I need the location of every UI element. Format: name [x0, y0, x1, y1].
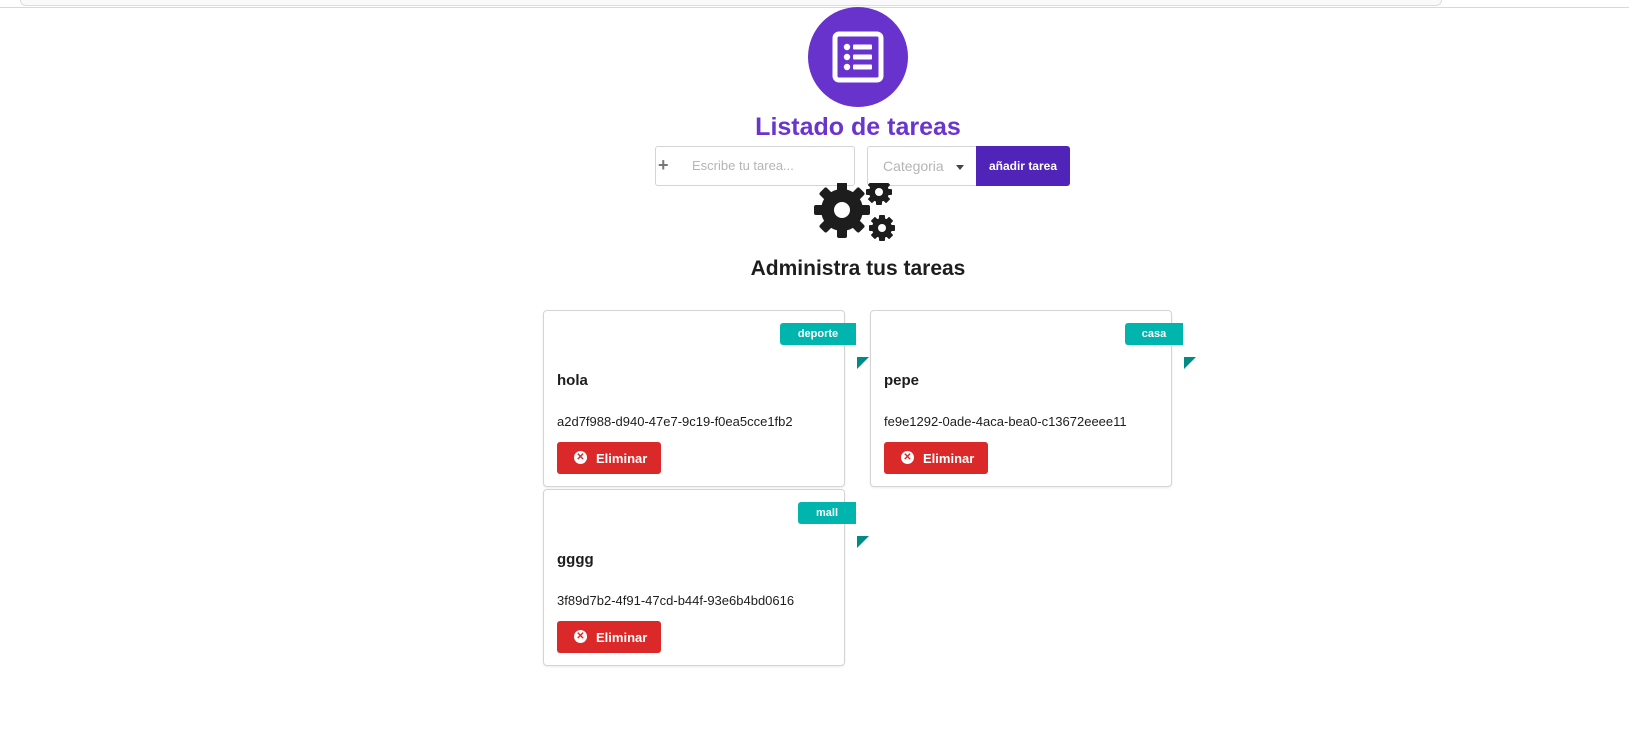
close-circle-icon: ✕	[901, 451, 914, 464]
add-task-button[interactable]: añadir tarea	[976, 146, 1070, 186]
category-label: casa	[1141, 328, 1167, 340]
browser-tab-strip	[20, 0, 1442, 6]
task-id: a2d7f988-d940-47e7-9c19-f0ea5cce1fb2	[557, 414, 793, 429]
category-ribbon: mall	[798, 502, 869, 548]
delete-label: Eliminar	[923, 451, 975, 466]
ribbon-fold	[857, 536, 869, 548]
section-title: Administra tus tareas	[750, 257, 966, 280]
category-dropdown[interactable]: Categoria	[867, 146, 977, 186]
category-ribbon: casa	[1125, 323, 1196, 369]
task-card: deporte hola a2d7f988-d940-47e7-9c19-f0e…	[543, 310, 869, 487]
task-title: gggg	[557, 551, 594, 568]
delete-button[interactable]: ✕ Eliminar	[557, 621, 661, 653]
task-id: fe9e1292-0ade-4aca-bea0-c13672eeee11	[884, 414, 1127, 429]
task-title: pepe	[884, 372, 920, 389]
gears-icon	[814, 183, 895, 241]
task-card: casa pepe fe9e1292-0ade-4aca-bea0-c13672…	[870, 310, 1196, 487]
task-card: mall gggg 3f89d7b2-4f91-47cd-b44f-93e6b4…	[543, 489, 869, 666]
close-circle-icon: ✕	[574, 630, 587, 643]
delete-button[interactable]: ✕ Eliminar	[557, 442, 661, 474]
delete-label: Eliminar	[596, 630, 648, 645]
task-input-wrapper: +	[655, 146, 855, 186]
category-ribbon: deporte	[780, 323, 869, 369]
list-icon	[832, 31, 884, 83]
task-id: 3f89d7b2-4f91-47cd-b44f-93e6b4bd0616	[557, 593, 795, 608]
page-title: Listado de tareas	[755, 113, 961, 141]
ribbon-fold	[857, 357, 869, 369]
category-placeholder: Categoria	[883, 158, 944, 174]
plus-icon: +	[658, 155, 669, 175]
category-label: deporte	[797, 328, 839, 340]
category-label: mall	[815, 507, 838, 519]
task-title: hola	[557, 372, 588, 389]
ribbon-fold	[1184, 357, 1196, 369]
browser-top-bar	[0, 0, 1629, 8]
delete-label: Eliminar	[596, 451, 648, 466]
delete-button[interactable]: ✕ Eliminar	[884, 442, 988, 474]
close-circle-icon: ✕	[574, 451, 587, 464]
task-input[interactable]	[686, 147, 852, 183]
caret-down-icon	[956, 165, 964, 170]
logo	[808, 7, 908, 107]
